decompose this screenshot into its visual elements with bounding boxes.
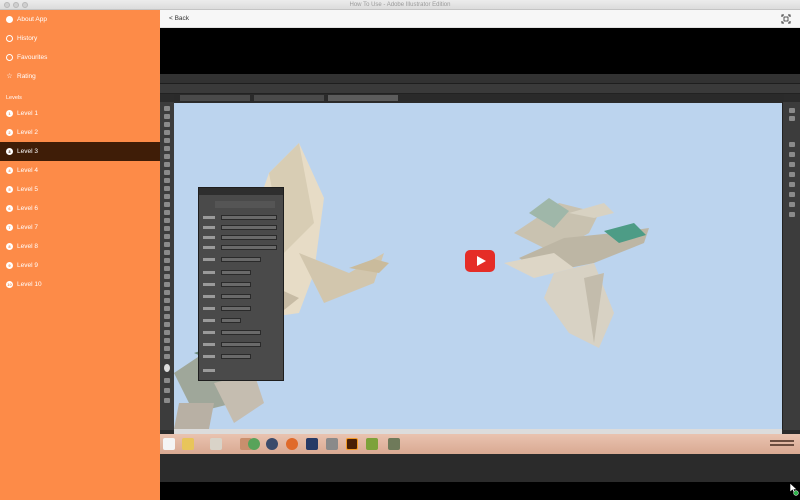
- sidebar-item-level-7[interactable]: 7 Level 7: [0, 218, 160, 237]
- sidebar-item-level-9[interactable]: 9 Level 9: [0, 256, 160, 275]
- sidebar-item-level-3[interactable]: 3 Level 3: [0, 142, 160, 161]
- sidebar-item-label: Level 10: [17, 281, 42, 288]
- windows-start-icon: [163, 438, 175, 450]
- sidebar-item-level-8[interactable]: 8 Level 8: [0, 237, 160, 256]
- video-frame: [160, 74, 800, 482]
- window-title: How To Use - Adobe Illustrator Edition: [349, 2, 451, 8]
- sidebar: About App History Favourites ☆ Rating Le…: [0, 10, 160, 500]
- right-panel-dock: [782, 102, 800, 430]
- clock-icon: [6, 35, 13, 42]
- sidebar-item-level-10[interactable]: 10 Level 10: [0, 275, 160, 294]
- content-topbar: < Back: [160, 10, 800, 28]
- level-badge-icon: 3: [6, 148, 13, 155]
- youtube-play-icon: [476, 256, 486, 266]
- sidebar-item-label: Level 9: [17, 262, 38, 269]
- level-badge-icon: 4: [6, 167, 13, 174]
- sidebar-item-label: Level 7: [17, 224, 38, 231]
- sidebar-item-label: Level 8: [17, 243, 38, 250]
- video-player[interactable]: [160, 28, 800, 500]
- level-badge-icon: 10: [6, 281, 13, 288]
- sidebar-item-label: Favourites: [17, 54, 48, 61]
- sidebar-item-label: Level 4: [17, 167, 38, 174]
- chrome-icon: [248, 438, 260, 450]
- sidebar-item-level-4[interactable]: 4 Level 4: [0, 161, 160, 180]
- info-icon: [6, 16, 13, 23]
- sidebar-item-label: History: [17, 35, 38, 42]
- level-badge-icon: 7: [6, 224, 13, 231]
- level-badge-icon: 8: [6, 243, 13, 250]
- sidebar-item-about-app[interactable]: About App: [0, 10, 160, 29]
- sidebar-item-level-1[interactable]: 1 Level 1: [0, 104, 160, 123]
- level-badge-icon: 9: [6, 262, 13, 269]
- sidebar-item-label: Level 3: [17, 148, 38, 155]
- sidebar-item-level-2[interactable]: 2 Level 2: [0, 123, 160, 142]
- app-icon: [286, 438, 298, 450]
- app-icon: [306, 438, 318, 450]
- sidebar-item-level-6[interactable]: 6 Level 6: [0, 199, 160, 218]
- sidebar-item-history[interactable]: History: [0, 29, 160, 48]
- window-titlebar: How To Use - Adobe Illustrator Edition: [0, 0, 800, 10]
- level-badge-icon: 2: [6, 129, 13, 136]
- illustrator-icon: [346, 438, 358, 450]
- app-icon: [210, 438, 222, 450]
- tools-panel: [160, 102, 174, 430]
- sidebar-item-favourites[interactable]: Favourites: [0, 48, 160, 67]
- document-tabs: [174, 94, 784, 102]
- heart-icon: [6, 54, 13, 61]
- steam-icon: [266, 438, 278, 450]
- properties-panel: [198, 187, 284, 381]
- sidebar-item-label: Level 2: [17, 129, 38, 136]
- level-badge-icon: 5: [6, 186, 13, 193]
- app-menubar: [160, 74, 800, 84]
- mouse-cursor-icon: [789, 482, 799, 496]
- star-icon: ☆: [6, 73, 13, 80]
- level-badge-icon: 6: [6, 205, 13, 212]
- app-icon: [388, 438, 400, 450]
- sidebar-item-label: Level 1: [17, 110, 38, 117]
- play-button[interactable]: [465, 250, 495, 272]
- app-control-bar: [160, 84, 800, 94]
- sidebar-item-label: About App: [17, 16, 47, 23]
- app-icon: [326, 438, 338, 450]
- folder-icon: [182, 438, 194, 450]
- sidebar-item-label: Level 6: [17, 205, 38, 212]
- levels-section-label: Levels: [6, 95, 22, 101]
- sidebar-item-rating[interactable]: ☆ Rating: [0, 67, 160, 86]
- windows-taskbar: [160, 434, 800, 454]
- sidebar-item-label: Rating: [17, 73, 36, 80]
- system-clock: [770, 438, 794, 450]
- fullscreen-icon[interactable]: [781, 14, 791, 24]
- app-icon: [366, 438, 378, 450]
- sidebar-item-label: Level 5: [17, 186, 38, 193]
- level-badge-icon: 1: [6, 110, 13, 117]
- sidebar-item-level-5[interactable]: 5 Level 5: [0, 180, 160, 199]
- back-button[interactable]: < Back: [169, 10, 189, 28]
